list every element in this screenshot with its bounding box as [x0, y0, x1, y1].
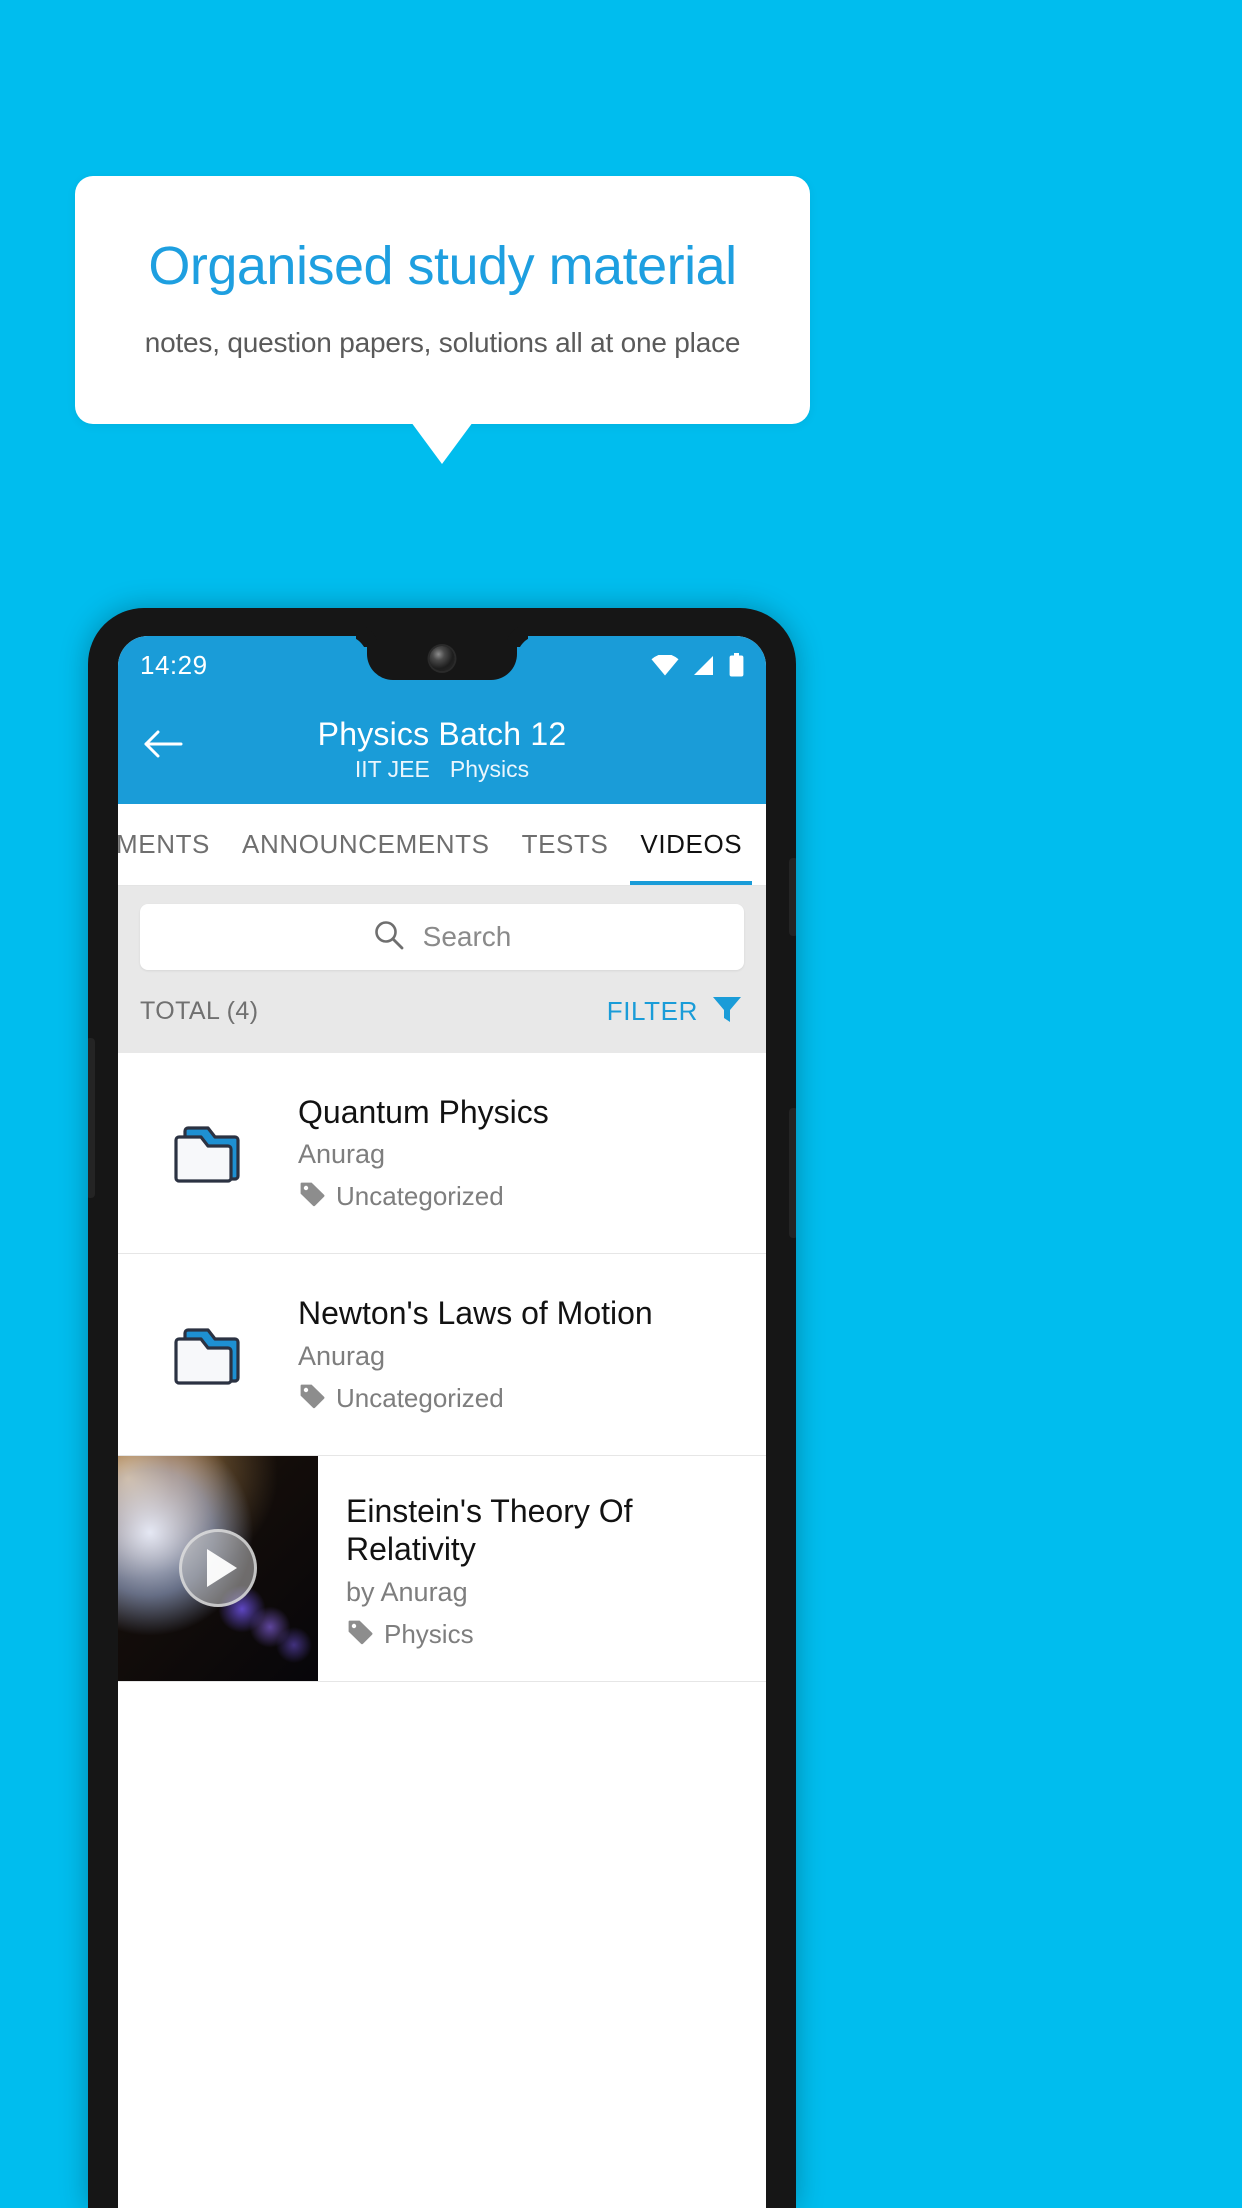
list-item-tag: Uncategorized: [298, 1180, 746, 1213]
app-bar-subject: Physics: [449, 756, 530, 783]
status-icons: [651, 653, 744, 677]
filter-button[interactable]: FILTER: [607, 992, 744, 1031]
list-item-tag-label: Uncategorized: [336, 1181, 504, 1212]
content-list: Quantum Physics Anurag Uncategorized New…: [118, 1053, 766, 1682]
list-item-title: Einstein's Theory Of Relativity: [346, 1492, 633, 1568]
total-count-label: TOTAL (4): [140, 997, 259, 1025]
tag-icon: [298, 1382, 326, 1415]
folder-icon: [118, 1322, 298, 1388]
list-item-body: Einstein's Theory Of Relativity by Anura…: [318, 1456, 766, 1681]
list-item-body: Newton's Laws of Motion Anurag Uncategor…: [298, 1294, 746, 1414]
list-item-author: Anurag: [298, 1340, 386, 1371]
list-item[interactable]: Einstein's Theory Of Relativity by Anura…: [118, 1455, 766, 1682]
promo-callout-tail: [411, 422, 473, 464]
list-item-tag: Uncategorized: [298, 1382, 746, 1415]
list-item-title: Newton's Laws of Motion: [298, 1295, 653, 1332]
filter-funnel-icon: [710, 992, 744, 1031]
page-title: Physics Batch 12: [317, 715, 567, 752]
phone-screen: 14:29 Physics Batch 12 IIT JEE Physics M…: [118, 636, 766, 2208]
list-item-tag-label: Physics: [384, 1618, 474, 1649]
tab-tests-label: TESTS: [521, 829, 609, 859]
tab-assignments-label: MENTS: [118, 829, 210, 859]
list-item[interactable]: Newton's Laws of Motion Anurag Uncategor…: [118, 1254, 766, 1456]
promo-callout-card: Organised study material notes, question…: [75, 176, 810, 424]
search-section: Search: [118, 886, 766, 986]
front-camera-icon: [429, 646, 455, 671]
promo-title: Organised study material: [148, 236, 737, 297]
promo-subtitle: notes, question papers, solutions all at…: [144, 326, 741, 358]
phone-left-button: [88, 1038, 95, 1198]
wifi-icon: [651, 655, 679, 676]
battery-icon: [729, 653, 744, 677]
phone-notch: [367, 636, 517, 680]
tab-bar: MENTS ANNOUNCEMENTS TESTS VIDEOS: [118, 804, 766, 886]
play-icon[interactable]: [179, 1529, 257, 1608]
video-thumbnail[interactable]: [118, 1455, 318, 1681]
list-item-author: by Anurag: [346, 1576, 468, 1607]
list-toolbar: TOTAL (4) FILTER: [118, 986, 766, 1053]
list-item-body: Quantum Physics Anurag Uncategorized: [298, 1093, 746, 1213]
app-bar-subtitle: IIT JEE Physics: [118, 756, 766, 783]
search-placeholder: Search: [422, 921, 512, 952]
list-item-tag-label: Uncategorized: [336, 1382, 504, 1413]
app-bar-course: IIT JEE: [354, 756, 430, 783]
list-item[interactable]: Quantum Physics Anurag Uncategorized: [118, 1053, 766, 1255]
tab-announcements[interactable]: ANNOUNCEMENTS: [226, 804, 506, 885]
phone-right-button-top: [789, 858, 796, 936]
filter-button-label: FILTER: [606, 996, 698, 1026]
tab-tests[interactable]: TESTS: [506, 804, 625, 885]
tag-icon: [298, 1180, 326, 1213]
folder-icon: [118, 1120, 298, 1186]
signal-icon: [691, 655, 715, 676]
list-item-tag: Physics: [346, 1618, 746, 1651]
back-arrow-icon[interactable]: [140, 720, 188, 768]
status-time: 14:29: [140, 649, 208, 680]
app-bar: Physics Batch 12 IIT JEE Physics: [118, 694, 766, 804]
search-input[interactable]: Search: [140, 904, 744, 970]
tab-videos-label: VIDEOS: [640, 829, 743, 859]
phone-right-button-bottom: [789, 1108, 796, 1238]
play-triangle: [206, 1549, 237, 1588]
tag-icon: [346, 1618, 374, 1651]
list-item-title: Quantum Physics: [298, 1094, 549, 1130]
phone-mockup: 14:29 Physics Batch 12 IIT JEE Physics M…: [88, 608, 796, 2208]
list-item-author: Anurag: [298, 1139, 386, 1170]
tab-announcements-label: ANNOUNCEMENTS: [242, 829, 490, 859]
tab-videos[interactable]: VIDEOS: [624, 804, 758, 885]
tab-assignments[interactable]: MENTS: [118, 804, 226, 885]
search-icon: [373, 919, 405, 956]
app-bar-titles: Physics Batch 12 IIT JEE Physics: [118, 715, 766, 784]
